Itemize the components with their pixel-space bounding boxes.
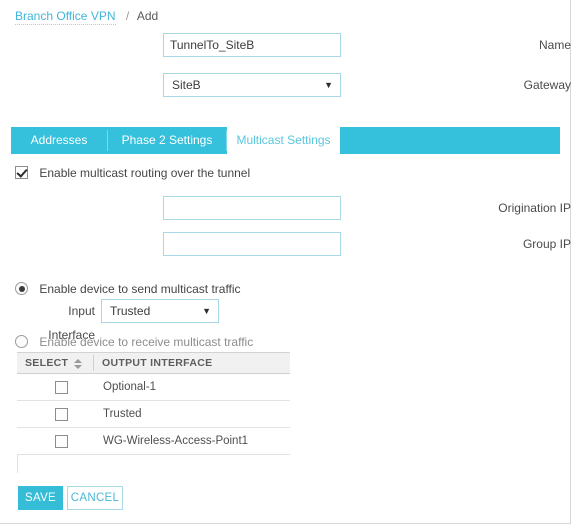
table-header-output-interface-label: OUTPUT INTERFACE (102, 357, 213, 369)
group-ip-label: Group IP (522, 237, 571, 251)
tab-phase-2-settings-label: Phase 2 Settings (121, 133, 213, 147)
cancel-button[interactable]: CANCEL (67, 486, 123, 510)
tab-bar: Addresses Phase 2 Settings Multicast Set… (11, 127, 560, 154)
row-output-interface: Optional-1 (103, 381, 157, 393)
cancel-button-label: CANCEL (70, 492, 120, 504)
table-row[interactable]: WG-Wireless-Access-Point1 (17, 428, 290, 455)
gateway-field-wrap: SiteB ▼ (163, 73, 341, 97)
send-multicast-radio[interactable] (15, 282, 28, 296)
tab-phase-2-settings[interactable]: Phase 2 Settings (108, 127, 226, 154)
table-header-output-interface[interactable]: OUTPUT INTERFACE (102, 353, 212, 373)
save-button[interactable]: SAVE (18, 486, 63, 510)
gateway-select-value: SiteB (172, 78, 201, 92)
name-row: Name (0, 33, 571, 57)
table-header-select[interactable]: SELECT (25, 353, 83, 373)
receive-multicast-radio-label: Enable device to receive multicast traff… (39, 334, 254, 349)
gateway-row: Gateway SiteB ▼ (0, 73, 571, 97)
breadcrumb: Branch Office VPN / Add (15, 9, 159, 25)
row-output-interface: Trusted (103, 408, 142, 420)
group-ip-row: Group IP (0, 232, 571, 256)
table-header-row: SELECT OUTPUT INTERFACE (17, 353, 290, 374)
breadcrumb-link-branch-office-vpn[interactable]: Branch Office VPN (15, 9, 116, 25)
gateway-label: Gateway (523, 78, 571, 92)
send-multicast-radio-row[interactable]: Enable device to send multicast traffic (15, 281, 241, 299)
input-interface-select[interactable]: Trusted ▼ (101, 299, 219, 323)
chevron-down-icon: ▼ (324, 80, 333, 90)
name-input[interactable] (163, 33, 341, 57)
tab-addresses-label: Addresses (30, 133, 88, 147)
name-label: Name (538, 38, 571, 52)
table-row[interactable]: Trusted (17, 401, 290, 428)
table-row[interactable]: Optional-1 (17, 374, 290, 401)
name-field-wrap (163, 33, 341, 57)
group-ip-field-wrap (163, 232, 341, 256)
output-interface-table: SELECT OUTPUT INTERFACE Optional-1 Trust… (17, 352, 290, 473)
table-header-select-label: SELECT (25, 357, 69, 369)
breadcrumb-current-add: Add (136, 9, 159, 23)
tab-addresses[interactable]: Addresses (11, 127, 107, 154)
tab-multicast-settings-label: Multicast Settings (236, 133, 331, 147)
table-footer (17, 455, 290, 473)
enable-multicast-routing-label: Enable multicast routing over the tunnel (39, 165, 251, 180)
origination-ip-input[interactable] (163, 196, 341, 220)
sort-icon[interactable] (74, 358, 83, 369)
origination-ip-label: Origination IP (498, 201, 571, 215)
enable-multicast-routing-checkbox[interactable] (15, 166, 28, 180)
breadcrumb-separator: / (125, 9, 130, 23)
origination-ip-row: Origination IP (0, 196, 571, 220)
row-select-checkbox[interactable] (55, 381, 68, 394)
row-output-interface: WG-Wireless-Access-Point1 (103, 435, 249, 447)
send-multicast-radio-label: Enable device to send multicast traffic (39, 281, 241, 296)
chevron-down-icon: ▼ (202, 306, 211, 316)
input-interface-select-value: Trusted (110, 304, 151, 318)
table-header-divider (93, 355, 94, 371)
enable-multicast-routing-row[interactable]: Enable multicast routing over the tunnel (15, 165, 250, 183)
branch-office-vpn-add-page: Branch Office VPN / Add Name Gateway Sit… (0, 0, 571, 524)
gateway-select[interactable]: SiteB ▼ (163, 73, 341, 97)
input-interface-field-wrap: Trusted ▼ (101, 299, 219, 323)
receive-multicast-radio-row[interactable]: Enable device to receive multicast traff… (15, 334, 253, 352)
input-interface-row: Input Interface Trusted ▼ (0, 299, 571, 342)
tab-multicast-settings[interactable]: Multicast Settings (227, 127, 340, 154)
row-select-checkbox[interactable] (55, 408, 68, 421)
origination-ip-field-wrap (163, 196, 341, 220)
save-button-label: SAVE (24, 492, 57, 504)
group-ip-input[interactable] (163, 232, 341, 256)
row-select-checkbox[interactable] (55, 435, 68, 448)
receive-multicast-radio[interactable] (15, 335, 28, 349)
